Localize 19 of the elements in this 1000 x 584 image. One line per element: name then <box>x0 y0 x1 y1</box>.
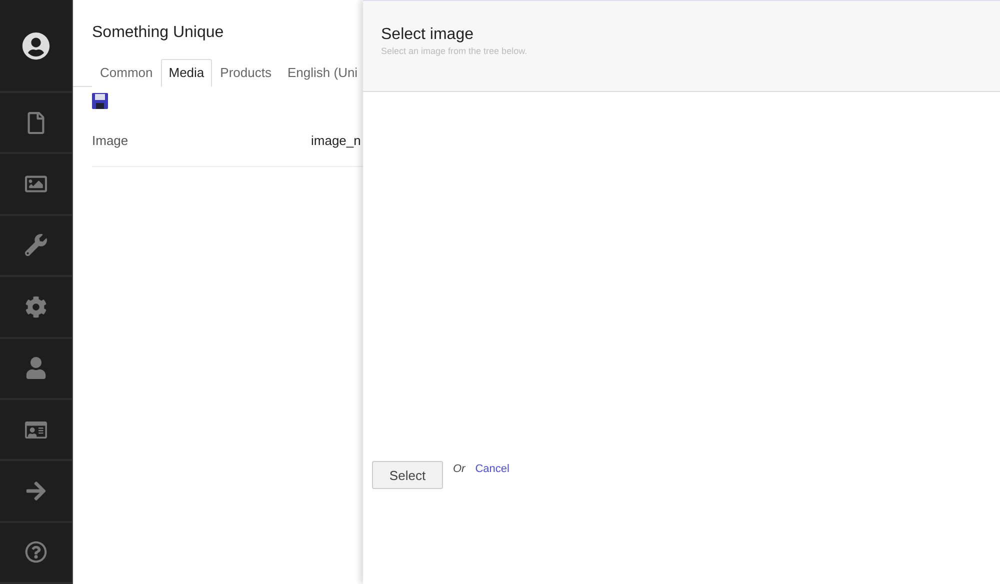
or-text: Or <box>453 463 466 475</box>
dialog-title: Select image <box>381 26 474 44</box>
save-icon[interactable] <box>92 93 108 109</box>
image-icon[interactable] <box>25 173 47 196</box>
dialog-subtitle: Select an image from the tree below. <box>381 46 528 56</box>
property-value: image_n <box>311 132 361 148</box>
help-icon[interactable] <box>25 541 47 564</box>
wrench-icon[interactable] <box>25 234 47 256</box>
avatar-icon[interactable] <box>22 32 50 60</box>
page-title: Something Unique <box>92 24 225 42</box>
tab[interactable]: Media <box>160 59 212 87</box>
cancel-link[interactable]: Cancel <box>475 463 510 475</box>
document-icon[interactable] <box>25 112 47 134</box>
user-icon[interactable] <box>25 357 47 380</box>
arrow-right-icon[interactable] <box>25 480 47 502</box>
property-label: Image <box>92 132 130 148</box>
settings-icon[interactable] <box>25 296 47 318</box>
id-card-icon[interactable] <box>25 418 47 441</box>
select-button[interactable]: Select <box>372 461 443 489</box>
